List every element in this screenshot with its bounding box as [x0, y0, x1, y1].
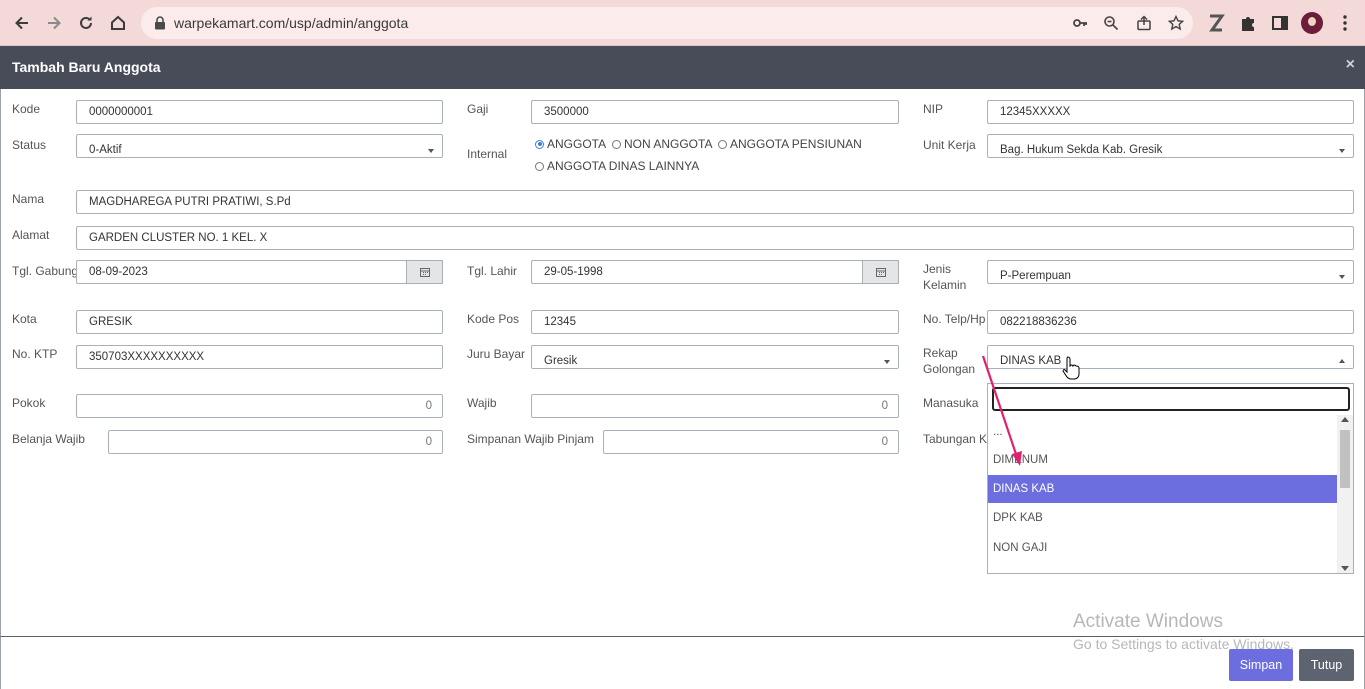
unit-kerja-value: Bag. Hukum Sekda Kab. Gresik — [1000, 144, 1163, 156]
pokok-input[interactable]: 0 — [76, 394, 443, 418]
tgl-lahir-input[interactable]: 29-05-1998 — [531, 260, 863, 284]
tgl-gabung-input[interactable]: 08-09-2023 — [76, 260, 407, 284]
scroll-down-icon[interactable] — [1341, 566, 1349, 571]
hand-cursor-icon — [1062, 356, 1080, 380]
kode-label: Kode — [12, 102, 41, 116]
chevron-down-icon — [1339, 275, 1345, 279]
calendar-icon[interactable] — [406, 260, 443, 284]
scroll-up-icon[interactable] — [1341, 417, 1349, 422]
reload-icon[interactable] — [74, 11, 98, 35]
save-button[interactable]: Simpan — [1229, 649, 1293, 681]
jenis-kelamin-label-2: Kelamin — [923, 278, 967, 292]
annotation-arrow-icon — [981, 355, 1022, 466]
jenis-kelamin-select[interactable]: P-Perempuan — [987, 260, 1354, 284]
no-telp-label: No. Telp/Hp — [923, 312, 986, 326]
nip-label: NIP — [923, 102, 944, 116]
close-button[interactable]: Tutup — [1299, 649, 1354, 681]
nama-input[interactable]: MAGDHAREGA PUTRI PRATIWI, S.Pd — [76, 190, 1354, 214]
key-icon[interactable] — [1072, 15, 1088, 31]
puzzle-icon[interactable] — [1238, 13, 1258, 33]
no-ktp-input[interactable]: 350703XXXXXXXXXX — [76, 345, 443, 369]
radio-non-anggota[interactable]: NON ANGGOTA — [612, 137, 712, 151]
kebab-menu-icon[interactable] — [1335, 13, 1355, 33]
dropdown-option[interactable]: NON GAJI — [988, 534, 1337, 562]
radio-anggota-dinas-lainnya[interactable]: ANGGOTA DINAS LAINNYA — [535, 159, 699, 173]
chevron-down-icon — [1339, 149, 1345, 153]
scrollbar-thumb[interactable] — [1340, 430, 1350, 488]
radio-dot — [535, 161, 544, 171]
star-icon[interactable] — [1167, 14, 1185, 31]
status-label: Status — [12, 138, 47, 152]
gaji-label: Gaji — [467, 102, 489, 116]
tgl-gabung-label: Tgl. Gabung — [12, 264, 79, 278]
lock-icon — [154, 16, 166, 33]
share-icon[interactable] — [1136, 15, 1152, 31]
chevron-up-icon — [1339, 359, 1345, 363]
dropdown-option[interactable]: DPK KAB — [988, 504, 1337, 532]
radio-dot — [535, 139, 544, 149]
activate-windows-title: Activate Windows — [1073, 611, 1223, 632]
dropdown-option[interactable]: ... — [988, 418, 1337, 446]
nip-input[interactable]: 12345XXXXX — [987, 100, 1354, 124]
radio-anggota[interactable]: ANGGOTA — [535, 137, 606, 151]
browser-toolbar: warpekamart.com/usp/admin/anggota — [0, 0, 1365, 46]
modal-title: Tambah Baru Anggota — [12, 59, 161, 75]
extension-z-icon[interactable] — [1206, 13, 1226, 33]
jenis-kelamin-value: P-Perempuan — [1000, 270, 1071, 282]
pokok-label: Pokok — [12, 396, 46, 410]
chevron-down-icon — [884, 360, 890, 364]
kode-pos-input[interactable]: 12345 — [531, 310, 899, 334]
chevron-down-icon — [428, 149, 434, 153]
no-telp-input[interactable]: 082218836236 — [987, 310, 1354, 334]
unit-kerja-select[interactable]: Bag. Hukum Sekda Kab. Gresik — [987, 134, 1354, 158]
radio-dot — [718, 139, 727, 149]
simpanan-wajib-pinjam-label: Simpanan Wajib Pinjam — [467, 432, 594, 446]
close-icon[interactable]: × — [1346, 56, 1355, 74]
kota-input[interactable]: GRESIK — [76, 310, 443, 334]
zoom-icon[interactable] — [1103, 15, 1119, 31]
profile-avatar[interactable] — [1301, 12, 1323, 34]
dropdown-search-input[interactable] — [992, 387, 1350, 411]
home-icon[interactable] — [106, 11, 130, 35]
no-ktp-label: No. KTP — [12, 347, 58, 361]
nama-label: Nama — [12, 192, 45, 206]
internal-label: Internal — [467, 147, 508, 161]
rekap-golongan-label-1: Rekap — [923, 346, 958, 360]
wajib-input[interactable]: 0 — [531, 394, 899, 418]
dropdown-scrollbar[interactable] — [1337, 415, 1353, 573]
manasuka-label: Manasuka — [923, 396, 979, 410]
juru-bayar-label: Juru Bayar — [467, 347, 526, 361]
kode-input[interactable]: 0000000001 — [76, 100, 443, 124]
dropdown-option-selected[interactable]: DINAS KAB — [988, 475, 1337, 503]
address-bar[interactable]: warpekamart.com/usp/admin/anggota — [141, 7, 1193, 39]
belanja-wajib-label: Belanja Wajib — [12, 432, 85, 446]
rekap-golongan-label-2: Golongan — [923, 362, 976, 376]
jenis-kelamin-label-1: Jenis — [923, 262, 952, 276]
kota-label: Kota — [12, 312, 37, 326]
unit-kerja-label: Unit Kerja — [923, 138, 976, 152]
rekap-golongan-dropdown: ... DIMENUM DINAS KAB DPK KAB NON GAJI — [987, 383, 1354, 574]
juru-bayar-value: Gresik — [544, 355, 578, 367]
status-value: 0-Aktif — [89, 144, 122, 156]
belanja-wajib-input[interactable]: 0 — [108, 430, 443, 454]
forward-icon[interactable] — [42, 11, 66, 35]
simpanan-wajib-pinjam-input[interactable]: 0 — [603, 430, 899, 454]
rekap-golongan-select[interactable]: DINAS KAB — [987, 345, 1354, 369]
radio-anggota-pensiunan[interactable]: ANGGOTA PENSIUNAN — [718, 137, 862, 151]
kode-pos-label: Kode Pos — [467, 312, 520, 326]
alamat-label: Alamat — [12, 228, 50, 242]
status-select[interactable]: 0-Aktif — [76, 134, 443, 158]
radio-dot — [612, 139, 621, 149]
sidebar-icon[interactable] — [1270, 13, 1290, 33]
gaji-input[interactable]: 3500000 — [531, 100, 899, 124]
alamat-input[interactable]: GARDEN CLUSTER NO. 1 KEL. X — [76, 226, 1354, 250]
calendar-icon[interactable] — [862, 260, 899, 284]
dropdown-option[interactable]: DIMENUM — [988, 446, 1337, 474]
juru-bayar-select[interactable]: Gresik — [531, 345, 899, 369]
back-icon[interactable] — [10, 11, 34, 35]
url-text: warpekamart.com/usp/admin/anggota — [174, 15, 409, 31]
wajib-label: Wajib — [467, 396, 497, 410]
tgl-lahir-label: Tgl. Lahir — [467, 264, 518, 278]
modal-header: Tambah Baru Anggota × — [0, 46, 1365, 89]
